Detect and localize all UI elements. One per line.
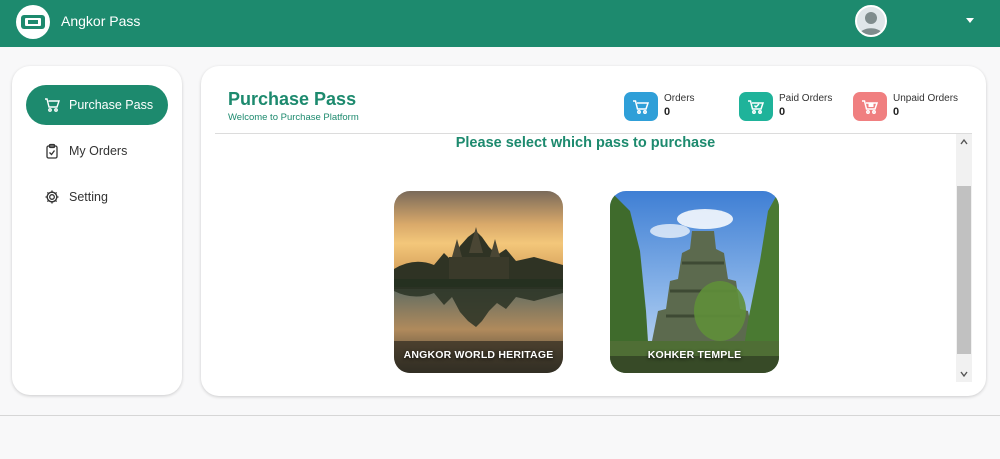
page-subtitle: Welcome to Purchase Platform <box>228 112 359 123</box>
pass-card-label: KOHKER TEMPLE <box>647 349 742 361</box>
sidebar-item-label: Setting <box>69 190 108 204</box>
cart-icon <box>44 97 60 113</box>
sidebar-item-purchase-pass[interactable]: Purchase Pass <box>26 85 168 125</box>
sidebar-item-label: My Orders <box>69 144 128 158</box>
sidebar-item-setting[interactable]: Setting <box>26 177 168 217</box>
stat-unpaid-orders[interactable]: Unpaid Orders 0 <box>853 92 958 121</box>
pass-list: Please select which pass to purchase ANG… <box>215 134 956 382</box>
sidebar-item-label: Purchase Pass <box>69 98 154 112</box>
cart-icon <box>624 92 658 121</box>
stat-orders[interactable]: Orders 0 <box>624 92 695 121</box>
main-panel: Purchase Pass Welcome to Purchase Platfo… <box>201 66 986 396</box>
scrollbar-thumb[interactable] <box>957 186 971 354</box>
kohker-temple-image <box>610 191 779 373</box>
pass-card-kohker[interactable]: KOHKER TEMPLE <box>610 191 779 373</box>
angkor-temple-image <box>394 191 563 373</box>
chevron-down-icon[interactable] <box>960 370 968 378</box>
page-title: Purchase Pass <box>228 89 357 109</box>
top-bar: Angkor Pass <box>0 0 1000 47</box>
user-avatar[interactable] <box>855 5 887 37</box>
stat-label: Paid Orders <box>779 93 833 104</box>
stat-label: Unpaid Orders <box>893 93 959 104</box>
stat-value: 0 <box>664 106 671 118</box>
pass-card-angkor[interactable]: ANGKOR WORLD HERITAGE <box>394 191 563 373</box>
scrollbar[interactable] <box>956 134 972 382</box>
select-pass-prompt: Please select which pass to purchase <box>455 135 716 151</box>
stat-value: 0 <box>893 106 900 118</box>
cart-check-icon <box>739 92 773 121</box>
stat-value: 0 <box>779 106 786 118</box>
stat-paid-orders[interactable]: Paid Orders 0 <box>739 92 832 121</box>
sidebar-item-my-orders[interactable]: My Orders <box>26 131 168 171</box>
cart-dollar-icon <box>853 92 887 121</box>
ticket-logo-icon[interactable] <box>16 5 50 39</box>
stat-label: Orders <box>664 93 695 104</box>
sidebar: Purchase Pass My Orders Setting <box>12 66 182 395</box>
chevron-down-icon[interactable] <box>966 18 974 23</box>
clipboard-check-icon <box>44 143 60 159</box>
pass-card-label: ANGKOR WORLD HERITAGE <box>403 349 554 361</box>
footer-divider <box>0 415 1000 416</box>
chevron-up-icon[interactable] <box>960 138 968 146</box>
gear-icon <box>44 189 60 205</box>
app-title: Angkor Pass <box>61 13 141 29</box>
